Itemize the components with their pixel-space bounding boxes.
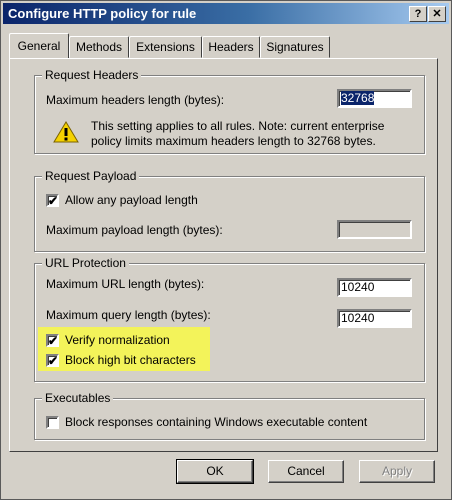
tab-signatures[interactable]: Signatures bbox=[260, 36, 330, 58]
max-query-label: Maximum query length (bytes): bbox=[46, 308, 211, 322]
dialog-window: Configure HTTP policy for rule ? ✕ Gener… bbox=[0, 0, 452, 500]
request-headers-legend: Request Headers bbox=[42, 68, 142, 82]
allow-payload-label[interactable]: Allow any payload length bbox=[65, 193, 198, 207]
request-headers-group: Request Headers Maximum headers length (… bbox=[34, 68, 425, 154]
allow-payload-checkbox[interactable]: ✔ bbox=[46, 194, 59, 207]
block-high-bit-label[interactable]: Block high bit characters bbox=[65, 353, 196, 367]
block-executables-label[interactable]: Block responses containing Windows execu… bbox=[65, 415, 367, 429]
max-headers-label: Maximum headers length (bytes): bbox=[46, 93, 225, 107]
request-payload-group: Request Payload ✔ Allow any payload leng… bbox=[34, 169, 425, 252]
apply-button[interactable]: Apply bbox=[359, 460, 435, 483]
warning-icon bbox=[53, 120, 79, 144]
ok-button[interactable]: OK bbox=[176, 459, 254, 484]
verify-normalization-checkbox[interactable]: ✔ bbox=[46, 334, 59, 347]
max-headers-value: 32768 bbox=[341, 91, 375, 105]
max-url-input[interactable]: 10240 bbox=[337, 278, 412, 297]
warning-text: This setting applies to all rules. Note:… bbox=[91, 119, 385, 148]
max-payload-label: Maximum payload length (bytes): bbox=[46, 223, 223, 237]
tab-general[interactable]: General bbox=[9, 33, 69, 58]
max-headers-input[interactable]: 32768 bbox=[337, 89, 412, 108]
verify-normalization-label[interactable]: Verify normalization bbox=[65, 333, 170, 347]
tab-headers[interactable]: Headers bbox=[202, 36, 260, 58]
request-payload-legend: Request Payload bbox=[42, 169, 140, 183]
executables-group: Executables Block responses containing W… bbox=[34, 391, 425, 440]
tab-methods[interactable]: Methods bbox=[69, 36, 129, 58]
block-executables-checkbox[interactable] bbox=[46, 416, 59, 429]
window-title: Configure HTTP policy for rule bbox=[8, 6, 197, 21]
close-button[interactable]: ✕ bbox=[428, 6, 446, 22]
title-bar[interactable]: Configure HTTP policy for rule ? ✕ bbox=[3, 3, 449, 24]
max-url-label: Maximum URL length (bytes): bbox=[46, 277, 205, 291]
url-protection-legend: URL Protection bbox=[42, 256, 129, 270]
block-high-bit-checkbox[interactable]: ✔ bbox=[46, 354, 59, 367]
general-panel: Request Headers Maximum headers length (… bbox=[9, 58, 438, 452]
max-payload-input[interactable] bbox=[337, 220, 412, 239]
url-protection-group: URL Protection Maximum URL length (bytes… bbox=[34, 256, 425, 382]
help-button[interactable]: ? bbox=[409, 6, 427, 22]
max-query-input[interactable]: 10240 bbox=[337, 309, 412, 328]
cancel-button[interactable]: Cancel bbox=[268, 460, 344, 483]
tab-extensions[interactable]: Extensions bbox=[129, 36, 202, 58]
executables-legend: Executables bbox=[42, 391, 114, 405]
